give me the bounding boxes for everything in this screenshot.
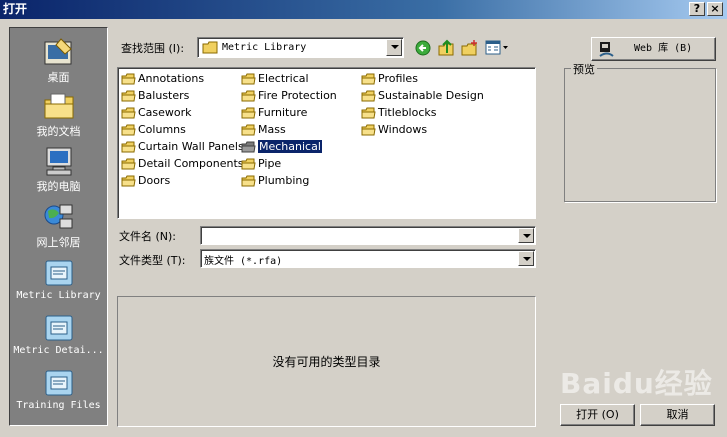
library-folder-icon (45, 260, 72, 286)
folder-icon (241, 141, 256, 153)
file-list-item[interactable]: Casework (119, 105, 192, 121)
filetype-label: 文件类型 (T): (119, 254, 186, 267)
file-list-item-label: Plumbing (258, 174, 310, 187)
file-list-item-label: Columns (138, 123, 186, 136)
file-list-item-label: Sustainable Design (378, 89, 484, 102)
file-list-item-label: Mechanical (258, 140, 322, 153)
place-desktop[interactable]: 桌面 (10, 36, 107, 85)
file-list-item[interactable]: Furniture (239, 105, 307, 121)
file-list-item[interactable]: Mechanical (239, 139, 322, 155)
desktop-icon (44, 38, 72, 65)
file-list-item[interactable]: Fire Protection (239, 88, 337, 104)
library-folder-icon (45, 315, 72, 341)
file-list-item[interactable]: Columns (119, 122, 186, 138)
my-documents-icon (44, 93, 73, 119)
place-my-computer[interactable]: 我的电脑 (10, 145, 107, 194)
new-folder-icon[interactable] (461, 39, 478, 56)
back-icon[interactable] (415, 40, 431, 56)
folder-icon (241, 90, 256, 102)
file-list-item[interactable]: Mass (239, 122, 286, 138)
my-computer-icon (46, 147, 71, 176)
place-metric-library[interactable]: Metric Library (10, 257, 107, 301)
title-bar: 打开 ? × (0, 0, 727, 19)
file-list-item[interactable]: Annotations (119, 71, 204, 87)
file-list-item-label: Electrical (258, 72, 309, 85)
folder-icon (121, 90, 136, 102)
lookin-label: 查找范围 (I): (121, 42, 185, 55)
file-list-item[interactable]: Pipe (239, 156, 281, 172)
place-metric-detail[interactable]: Metric Detai... (10, 312, 107, 356)
preview-group: 预览 (564, 61, 716, 202)
folder-icon (361, 73, 376, 85)
folder-icon (121, 175, 136, 187)
lookin-dropdown-arrow[interactable] (386, 39, 402, 56)
folder-icon (121, 124, 136, 136)
help-button[interactable]: ? (689, 2, 705, 16)
file-list-item[interactable]: Titleblocks (359, 105, 437, 121)
place-network[interactable]: 网上邻居 (10, 201, 107, 250)
lookin-combo[interactable]: Metric Library (197, 37, 404, 58)
up-folder-icon[interactable] (438, 39, 454, 56)
file-list-item-label: Fire Protection (258, 89, 337, 102)
folder-icon (361, 90, 376, 102)
open-button[interactable]: 打开 (O) (560, 404, 635, 426)
window-title: 打开 (3, 2, 28, 16)
filename-label: 文件名 (N): (119, 230, 177, 243)
folder-icon (241, 124, 256, 136)
type-catalog-message: 没有可用的类型目录 (272, 355, 381, 369)
file-list-item-label: Annotations (138, 72, 205, 85)
folder-icon (241, 158, 256, 170)
file-list-item[interactable]: Sustainable Design (359, 88, 484, 104)
web-library-icon (599, 42, 614, 57)
file-list-item-label: Detail Components (138, 157, 244, 170)
folder-icon (121, 141, 136, 153)
file-list-item[interactable]: Plumbing (239, 173, 309, 189)
folder-icon (241, 107, 256, 119)
file-list-item-label: Mass (258, 123, 286, 136)
filename-combo[interactable] (200, 226, 536, 245)
place-my-documents[interactable]: 我的文档 (10, 90, 107, 139)
file-list-item[interactable]: Curtain Wall Panels (119, 139, 244, 155)
file-list-item[interactable]: Windows (359, 122, 427, 138)
file-list-item-label: Casework (138, 106, 192, 119)
filetype-dropdown-arrow[interactable] (518, 251, 534, 266)
filetype-combo[interactable]: 族文件 (*.rfa) (200, 249, 536, 268)
folder-icon (121, 73, 136, 85)
places-bar: 桌面 我的文档 我的电脑 网上邻居 Metric Library Metric … (9, 27, 108, 426)
file-list-item-label: Pipe (258, 157, 282, 170)
file-list-item-label: Balusters (138, 89, 190, 102)
file-list-item[interactable]: Doors (119, 173, 170, 189)
file-list-item[interactable]: Profiles (359, 71, 418, 87)
library-folder-icon (45, 370, 72, 396)
view-menu-icon[interactable] (485, 40, 509, 56)
web-library-button[interactable]: Web 库 (B) (591, 37, 716, 61)
file-list-item-label: Doors (138, 174, 171, 187)
file-list-item[interactable]: Electrical (239, 71, 309, 87)
folder-icon (202, 41, 218, 54)
close-button[interactable]: × (707, 2, 723, 16)
file-list-item-label: Profiles (378, 72, 418, 85)
folder-icon (121, 107, 136, 119)
file-list-item-label: Curtain Wall Panels (138, 140, 244, 153)
place-training-files[interactable]: Training Files (10, 367, 107, 411)
folder-icon (241, 73, 256, 85)
file-list-item[interactable]: Balusters (119, 88, 189, 104)
filename-dropdown-arrow[interactable] (518, 228, 534, 243)
type-catalog-panel: 没有可用的类型目录 (117, 296, 536, 427)
file-list-item-label: Furniture (258, 106, 308, 119)
file-list-item[interactable]: Detail Components (119, 156, 244, 172)
folder-icon (121, 158, 136, 170)
watermark: Baidu经验 (560, 367, 713, 400)
file-list[interactable]: Annotations Balusters Casework Columns Curta… (117, 67, 536, 219)
preview-label: 预览 (571, 61, 597, 77)
folder-icon (361, 124, 376, 136)
network-places-icon (44, 204, 72, 229)
file-list-item-label: Titleblocks (378, 106, 437, 119)
folder-icon (241, 175, 256, 187)
file-list-item-label: Windows (378, 123, 428, 136)
cancel-button[interactable]: 取消 (640, 404, 715, 426)
filetype-value: 族文件 (*.rfa) (204, 256, 283, 267)
folder-icon (361, 107, 376, 119)
